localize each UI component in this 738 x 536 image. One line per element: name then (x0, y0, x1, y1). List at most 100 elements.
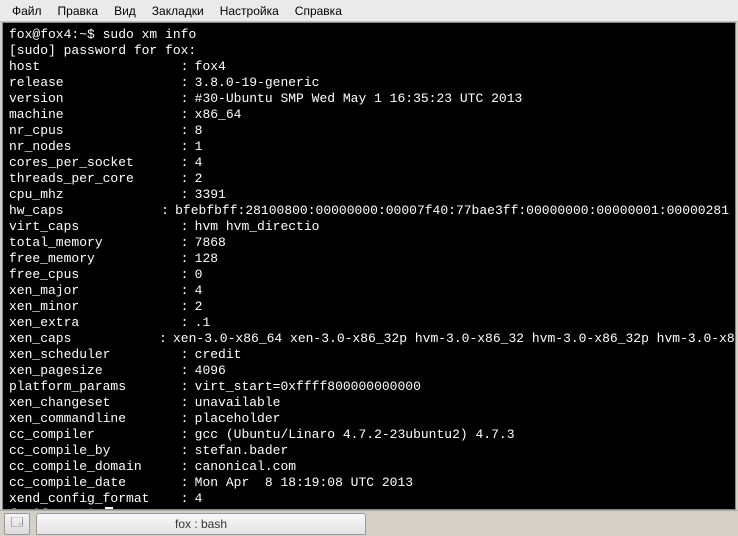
info-sep: : (181, 427, 195, 443)
info-sep: : (181, 235, 195, 251)
info-row: platform_params : virt_start=0xffff80000… (9, 379, 729, 395)
info-key: platform_params (9, 379, 181, 395)
info-row: xen_changeset : unavailable (9, 395, 729, 411)
info-sep: : (181, 251, 195, 267)
info-sep: : (181, 187, 195, 203)
info-key: cc_compiler (9, 427, 181, 443)
info-sep: : (159, 331, 173, 347)
taskbar: 🗔 fox : bash (0, 510, 738, 536)
command-text: sudo xm info (103, 27, 197, 43)
info-row: xen_scheduler : credit (9, 347, 729, 363)
info-value: virt_start=0xffff800000000000 (195, 379, 421, 395)
info-sep: : (181, 59, 195, 75)
info-key: threads_per_core (9, 171, 181, 187)
info-sep: : (181, 139, 195, 155)
info-value: 3.8.0-19-generic (195, 75, 320, 91)
info-value: bfebfbff:28100800:00000000:00007f40:77ba… (175, 203, 729, 219)
info-row: nr_cpus : 8 (9, 123, 729, 139)
menu-help[interactable]: Справка (287, 2, 350, 20)
info-value: credit (195, 347, 242, 363)
terminal[interactable]: fox@fox4:~$ sudo xm info[sudo] password … (2, 22, 736, 510)
info-sep: : (181, 443, 195, 459)
info-key: cc_compile_date (9, 475, 181, 491)
info-row: release : 3.8.0-19-generic (9, 75, 729, 91)
info-key: xen_major (9, 283, 181, 299)
menu-bookmarks[interactable]: Закладки (144, 2, 212, 20)
info-row: xen_commandline : placeholder (9, 411, 729, 427)
info-row: cores_per_socket : 4 (9, 155, 729, 171)
info-row: xen_caps : xen-3.0-x86_64 xen-3.0-x86_32… (9, 331, 729, 347)
info-sep: : (181, 411, 195, 427)
info-row: machine : x86_64 (9, 107, 729, 123)
info-key: xen_minor (9, 299, 181, 315)
info-row: xen_minor : 2 (9, 299, 729, 315)
info-sep: : (181, 267, 195, 283)
info-value: 0 (195, 267, 203, 283)
info-row: version : #30-Ubuntu SMP Wed May 1 16:35… (9, 91, 729, 107)
info-sep: : (181, 219, 195, 235)
taskbar-task-terminal[interactable]: fox : bash (36, 513, 366, 535)
show-desktop-button[interactable]: 🗔 (4, 513, 30, 535)
info-row: threads_per_core : 2 (9, 171, 729, 187)
info-sep: : (181, 123, 195, 139)
info-sep: : (181, 107, 195, 123)
info-key: hw_caps (9, 203, 161, 219)
menu-edit[interactable]: Правка (50, 2, 107, 20)
info-sep: : (181, 171, 195, 187)
info-value: 4 (195, 491, 203, 507)
info-value: stefan.bader (195, 443, 289, 459)
info-key: cores_per_socket (9, 155, 181, 171)
info-value: x86_64 (195, 107, 242, 123)
info-value: 128 (195, 251, 218, 267)
info-value: 7868 (195, 235, 226, 251)
info-row: total_memory : 7868 (9, 235, 729, 251)
info-sep: : (181, 91, 195, 107)
info-key: xen_extra (9, 315, 181, 331)
info-value: 2 (195, 171, 203, 187)
info-value: hvm hvm_directio (195, 219, 320, 235)
info-sep: : (181, 459, 195, 475)
menu-settings[interactable]: Настройка (212, 2, 287, 20)
menu-file[interactable]: Файл (4, 2, 50, 20)
info-key: free_memory (9, 251, 181, 267)
info-sep: : (181, 315, 195, 331)
info-key: total_memory (9, 235, 181, 251)
menu-view[interactable]: Вид (106, 2, 144, 20)
info-value: 4 (195, 283, 203, 299)
info-value: 1 (195, 139, 203, 155)
info-row: cc_compile_date : Mon Apr 8 18:19:08 UTC… (9, 475, 729, 491)
info-value: unavailable (195, 395, 281, 411)
info-value: 8 (195, 123, 203, 139)
info-key: xen_commandline (9, 411, 181, 427)
shell-prompt: fox@fox4:~$ (9, 27, 103, 43)
info-key: version (9, 91, 181, 107)
info-row: xen_pagesize : 4096 (9, 363, 729, 379)
info-value: xen-3.0-x86_64 xen-3.0-x86_32p hvm-3.0-x… (173, 331, 736, 347)
info-row: cpu_mhz : 3391 (9, 187, 729, 203)
info-key: cc_compile_by (9, 443, 181, 459)
info-row: cc_compiler : gcc (Ubuntu/Linaro 4.7.2-2… (9, 427, 729, 443)
info-sep: : (181, 299, 195, 315)
info-value: 4096 (195, 363, 226, 379)
info-key: machine (9, 107, 181, 123)
info-key: virt_caps (9, 219, 181, 235)
info-row: free_memory : 128 (9, 251, 729, 267)
info-key: xen_changeset (9, 395, 181, 411)
info-row: hw_caps : bfebfbff:28100800:00000000:000… (9, 203, 729, 219)
info-row: xend_config_format : 4 (9, 491, 729, 507)
info-key: free_cpus (9, 267, 181, 283)
window-icon: 🗔 (10, 513, 23, 534)
info-row: cc_compile_domain : canonical.com (9, 459, 729, 475)
info-sep: : (161, 203, 175, 219)
info-value: canonical.com (195, 459, 296, 475)
info-row: cc_compile_by : stefan.bader (9, 443, 729, 459)
info-key: nr_cpus (9, 123, 181, 139)
info-sep: : (181, 379, 195, 395)
info-sep: : (181, 75, 195, 91)
info-sep: : (181, 395, 195, 411)
task-label: fox : bash (175, 517, 227, 531)
info-value: #30-Ubuntu SMP Wed May 1 16:35:23 UTC 20… (195, 91, 523, 107)
info-key: host (9, 59, 181, 75)
info-row: host : fox4 (9, 59, 729, 75)
info-sep: : (181, 347, 195, 363)
